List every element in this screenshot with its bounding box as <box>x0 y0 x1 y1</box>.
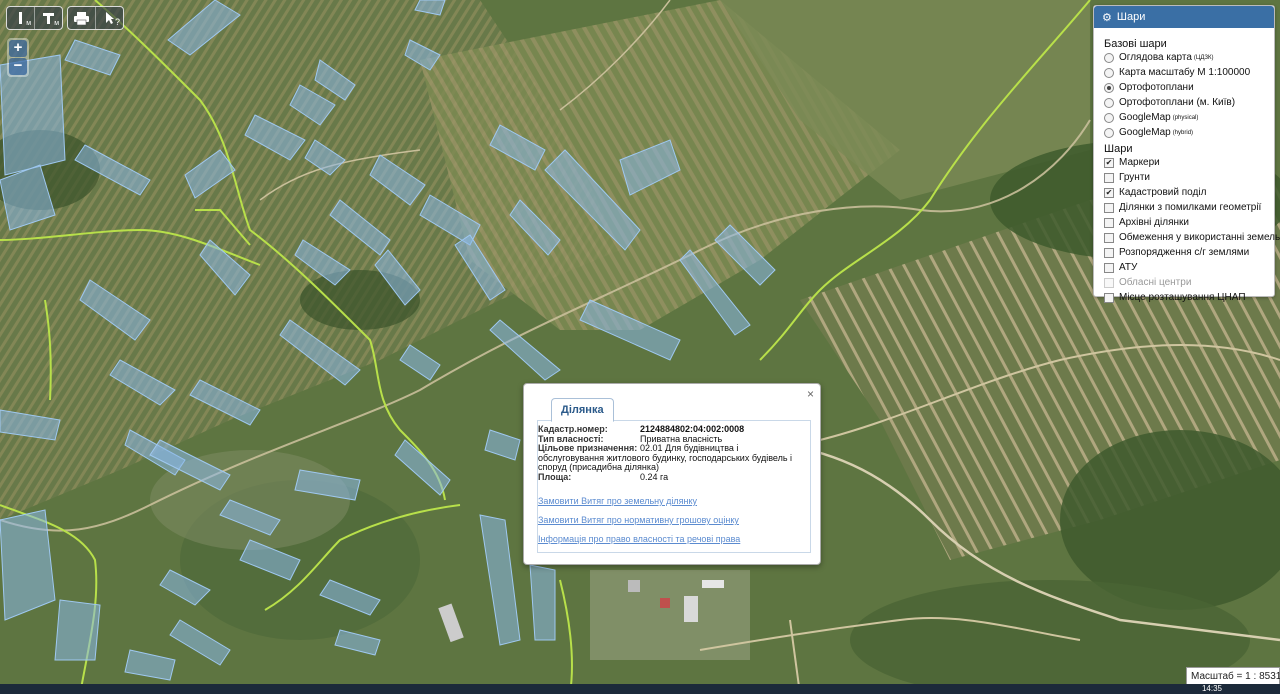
radio-button[interactable] <box>1104 67 1114 78</box>
overlay-layer-9[interactable]: Місце розташування ЦНАП <box>1104 290 1266 305</box>
base-layer-note: (physical) <box>1172 114 1199 121</box>
layer-switcher-header[interactable]: ⚙ Шари <box>1094 6 1274 28</box>
layer-switcher: ⚙ Шари Базові шари Оглядова карта (ЦДЗК) К… <box>1093 5 1280 303</box>
checkbox[interactable] <box>1104 262 1114 273</box>
tab-parcel[interactable]: Ділянка <box>551 398 614 422</box>
radio-button[interactable] <box>1104 97 1114 108</box>
measure-line-unit: м <box>26 20 31 27</box>
radio-button[interactable] <box>1104 112 1114 123</box>
taskbar: 14:35 <box>0 684 1280 694</box>
overlays-list: ✔ Маркери Грунти ✔ Кадастровий поділ Ділянки … <box>1104 155 1280 305</box>
help-mark: ? <box>114 17 120 27</box>
overlay-layer-3[interactable]: Ділянки з помилками геометрії <box>1104 200 1266 215</box>
area-value: 0.24 га <box>640 471 669 482</box>
overlay-layer-label: Кадастровий поділ <box>1119 187 1207 198</box>
base-layer-1[interactable]: Карта масштабу М 1:100000 <box>1104 65 1266 80</box>
base-layer-note: (hybrid) <box>1172 129 1194 136</box>
radio-button[interactable] <box>1104 127 1114 138</box>
aerial-imagery <box>0 0 1280 694</box>
base-layer-2[interactable]: Ортофотоплани <box>1104 80 1266 95</box>
layer-switcher-title: Шари <box>1116 11 1146 23</box>
popup-tabbar: Ділянка <box>537 398 811 422</box>
parcel-popup: × Ділянка Кадастр.номер: 2124884802:04:0… <box>523 383 821 565</box>
radio-button[interactable] <box>1104 82 1114 93</box>
overlay-layer-2[interactable]: ✔ Кадастровий поділ <box>1104 185 1266 200</box>
base-layer-label: Оглядова карта <box>1119 52 1192 63</box>
overlay-layer-label: Маркери <box>1119 157 1160 168</box>
ownership-info-link[interactable]: Інформація про право власності та речові… <box>538 534 810 544</box>
overlay-layer-label: Архівні ділянки <box>1119 217 1189 228</box>
overlay-layer-label: Обласні центри <box>1119 277 1192 288</box>
overlay-layer-8: Обласні центри <box>1104 275 1266 290</box>
base-layer-0[interactable]: Оглядова карта (ЦДЗК) <box>1104 50 1266 65</box>
map-view[interactable] <box>0 0 1280 694</box>
overlay-layer-1[interactable]: Грунти <box>1104 170 1266 185</box>
overlay-layer-label: Ділянки з помилками геометрії <box>1119 202 1262 213</box>
base-layers-list: Оглядова карта (ЦДЗК) Карта масштабу М 1:1… <box>1104 50 1266 140</box>
checkbox[interactable]: ✔ <box>1104 187 1114 198</box>
base-layer-4[interactable]: GoogleMap (physical) <box>1104 110 1266 125</box>
measure-area-unit: м <box>54 20 59 27</box>
base-layer-label: Карта масштабу М 1:100000 <box>1119 67 1251 78</box>
area-row: Площа: 0.24 га <box>538 471 810 483</box>
area-label: Площа: <box>538 471 572 482</box>
ruler-area-icon[interactable]: м <box>35 7 62 29</box>
overlay-layer-label: Розпорядження с/г землями <box>1119 247 1250 258</box>
checkbox[interactable] <box>1104 217 1114 228</box>
clock: 14:35 <box>1201 684 1222 693</box>
checkbox[interactable] <box>1104 232 1114 243</box>
measure-tools: м м <box>6 6 63 30</box>
overlay-layer-label: Місце розташування ЦНАП <box>1119 292 1246 303</box>
radio-button[interactable] <box>1104 52 1114 63</box>
base-layer-3[interactable]: Ортофотоплани (м. Київ) <box>1104 95 1266 110</box>
checkbox[interactable]: ✔ <box>1104 157 1114 168</box>
map-toolbar: м м ? <box>6 6 124 30</box>
order-parcel-extract-link[interactable]: Замовити Витяг про земельну ділянку <box>538 496 810 506</box>
base-layer-label: GoogleMap <box>1119 112 1171 123</box>
overlay-layer-label: Грунти <box>1119 172 1150 183</box>
ruler-line-icon[interactable]: м <box>7 7 35 29</box>
base-layer-note: (ЦДЗК) <box>1193 54 1214 61</box>
overlay-layer-0[interactable]: ✔ Маркери <box>1104 155 1266 170</box>
printer-icon[interactable] <box>68 7 96 29</box>
checkbox[interactable] <box>1104 292 1114 303</box>
checkbox[interactable] <box>1104 247 1114 258</box>
pointer-help-icon[interactable]: ? <box>96 7 123 29</box>
utility-tools: ? <box>67 6 124 30</box>
checkbox <box>1104 277 1114 288</box>
order-valuation-extract-link[interactable]: Замовити Витяг про нормативну грошову оц… <box>538 515 810 525</box>
overlays-title: Шари <box>1104 143 1133 155</box>
overlay-layer-label: АТУ <box>1119 262 1138 273</box>
parcel-info: Кадастр.номер: 2124884802:04:002:0008 Ти… <box>537 421 811 553</box>
overlay-layer-label: Обмеження у використанні земель <box>1119 232 1280 243</box>
overlay-layer-7[interactable]: АТУ <box>1104 260 1266 275</box>
base-layers-title: Базові шари <box>1104 38 1167 50</box>
checkbox[interactable] <box>1104 202 1114 213</box>
base-layer-label: Ортофотоплани (м. Київ) <box>1119 97 1236 108</box>
checkbox[interactable] <box>1104 172 1114 183</box>
overlay-layer-5[interactable]: Обмеження у використанні земель <box>1104 230 1280 245</box>
base-layer-label: GoogleMap <box>1119 127 1171 138</box>
overlay-layer-6[interactable]: Розпорядження с/г землями <box>1104 245 1266 260</box>
base-layer-label: Ортофотоплани <box>1119 82 1194 93</box>
zoom-control: + − <box>7 38 29 77</box>
overlay-layer-4[interactable]: Архівні ділянки <box>1104 215 1266 230</box>
gear-icon: ⚙ <box>1102 11 1112 24</box>
zoom-in-button[interactable]: + <box>9 40 27 57</box>
purpose-continuation: обслуговування житлового будинку, господ… <box>538 452 793 472</box>
base-layer-5[interactable]: GoogleMap (hybrid) <box>1104 125 1266 140</box>
zoom-out-button[interactable]: − <box>9 58 27 75</box>
